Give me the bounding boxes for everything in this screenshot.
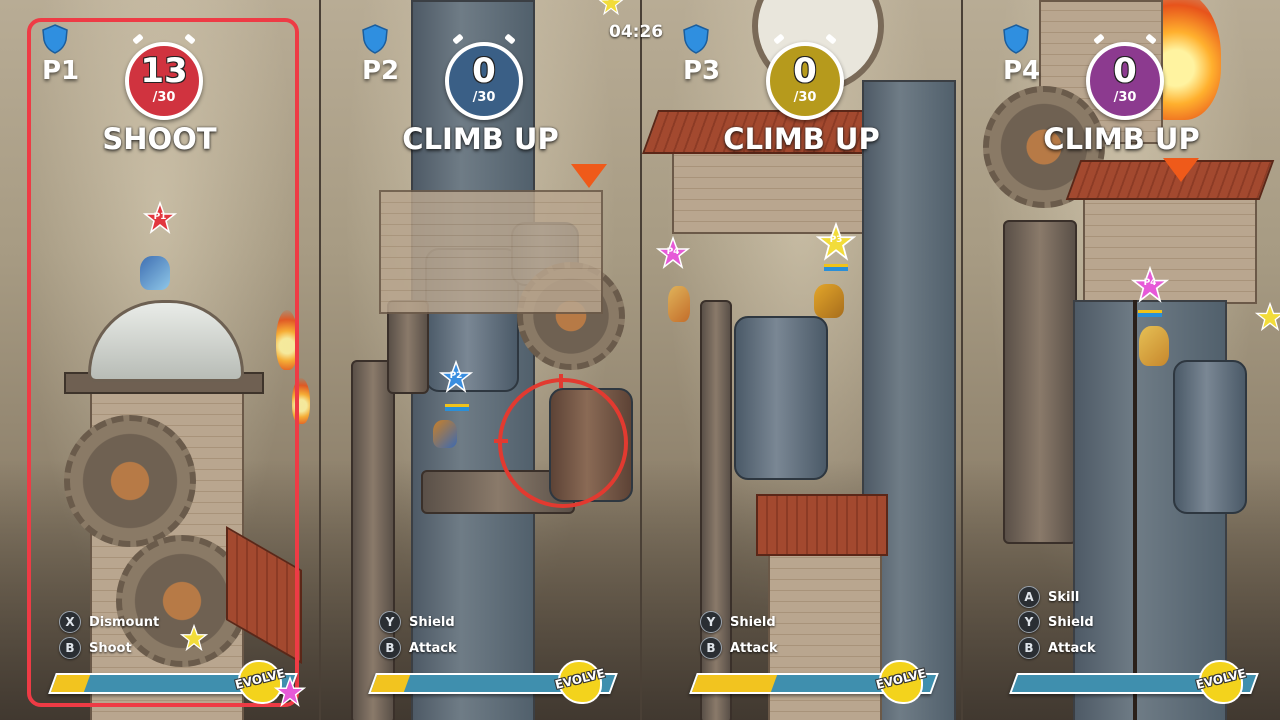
player-4-character <box>1139 326 1169 366</box>
score-total: /30 <box>793 90 817 105</box>
action-prompt: CLIMB UP <box>723 122 880 156</box>
p4-star-marker: P4 <box>656 236 690 270</box>
pipe <box>387 300 429 394</box>
score-count: 0 <box>472 51 496 91</box>
water-tank <box>734 316 828 480</box>
y-button-icon: Y <box>379 611 401 633</box>
control-hint: Y Shield <box>379 611 455 633</box>
player-2-viewport: P2 0 /30 CLIMB UP P2 Y Shield B Attack E… <box>321 0 640 720</box>
pipe <box>1003 220 1077 544</box>
climbing-rope <box>1133 300 1137 720</box>
p3-star-marker <box>1255 302 1280 332</box>
control-label: Attack <box>409 640 457 656</box>
player-4-character <box>668 286 690 322</box>
control-hint: A Skill <box>1018 586 1079 608</box>
action-prompt: CLIMB UP <box>1043 122 1200 156</box>
p2-star-marker: P2 <box>439 360 473 394</box>
control-hint: Y Shield <box>700 611 776 633</box>
p3-star-marker <box>598 0 624 16</box>
direction-pointer <box>571 164 607 188</box>
player-1-viewport: P1 13 /30 SHOOT P1 X Dismount B Shoot EV… <box>0 0 319 720</box>
shield-icon <box>362 24 388 54</box>
player-4-viewport: P4 0 /30 CLIMB UP P4 A Skill Y Shield B … <box>963 0 1280 720</box>
direction-pointer <box>1163 158 1199 182</box>
p4-star-marker <box>274 676 306 708</box>
score-badge: 0 /30 <box>445 42 523 120</box>
control-label: Dismount <box>89 614 160 630</box>
player-3-character <box>814 284 844 318</box>
x-button-icon: X <box>59 611 81 633</box>
b-button-icon: B <box>379 637 401 659</box>
control-hint: Y Shield <box>1018 611 1094 633</box>
control-label: Shoot <box>89 640 132 656</box>
control-hint: B Attack <box>379 637 457 659</box>
a-button-icon: A <box>1018 586 1040 608</box>
player-3-health <box>824 264 848 271</box>
control-hint: B Attack <box>700 637 778 659</box>
player-3-viewport: P3 0 /30 CLIMB UP P3 P4 Y Shield B Attac… <box>642 0 961 720</box>
control-label: Attack <box>730 640 778 656</box>
p3-star-marker <box>180 624 208 652</box>
control-label: Shield <box>409 614 455 630</box>
b-button-icon: B <box>700 637 722 659</box>
evolve-badge: EVOLVE <box>1195 660 1247 704</box>
control-label: Shield <box>1048 614 1094 630</box>
player-label: P1 <box>42 56 80 86</box>
y-button-icon: Y <box>700 611 722 633</box>
evolve-badge: EVOLVE <box>875 660 927 704</box>
rooftop <box>756 494 888 556</box>
pipe <box>351 360 395 720</box>
shield-icon <box>1003 24 1029 54</box>
p4-star-marker: P4 <box>1131 266 1169 304</box>
y-button-icon: Y <box>1018 611 1040 633</box>
score-count: 13 <box>140 51 188 91</box>
water-tank <box>1173 360 1247 514</box>
evolve-bar-fill <box>50 675 91 692</box>
p1-star-marker: P1 <box>143 201 177 235</box>
action-prompt: CLIMB UP <box>402 122 559 156</box>
score-total: /30 <box>152 90 176 105</box>
score-badge: 13 /30 <box>125 42 203 120</box>
target-reticle <box>494 374 628 508</box>
evolve-bar-fill <box>691 675 777 692</box>
score-count: 0 <box>1113 51 1137 91</box>
score-badge: 0 /30 <box>1086 42 1164 120</box>
control-label: Attack <box>1048 640 1096 656</box>
control-label: Shield <box>730 614 776 630</box>
score-total: /30 <box>472 90 496 105</box>
control-hint: B Shoot <box>59 637 132 659</box>
control-hint: B Attack <box>1018 637 1096 659</box>
score-count: 0 <box>793 51 817 91</box>
control-hint: X Dismount <box>59 611 159 633</box>
control-label: Skill <box>1048 589 1080 605</box>
p3-star-marker: P3 <box>816 222 856 262</box>
shield-icon <box>42 24 68 54</box>
b-button-icon: B <box>1018 637 1040 659</box>
b-button-icon: B <box>59 637 81 659</box>
evolve-badge: EVOLVE <box>554 660 606 704</box>
player-label: P4 <box>1003 56 1041 86</box>
player-4-health <box>1138 310 1162 317</box>
brick-wall <box>379 190 603 314</box>
action-prompt: SHOOT <box>102 122 217 156</box>
score-badge: 0 /30 <box>766 42 844 120</box>
evolve-bar-fill <box>370 675 411 692</box>
player-label: P3 <box>683 56 721 86</box>
player-2-character <box>433 420 457 448</box>
shield-icon <box>683 24 709 54</box>
player-label: P2 <box>362 56 400 86</box>
score-total: /30 <box>1113 90 1137 105</box>
player-2-health <box>445 404 469 411</box>
match-timer: 04:26 <box>609 22 664 42</box>
